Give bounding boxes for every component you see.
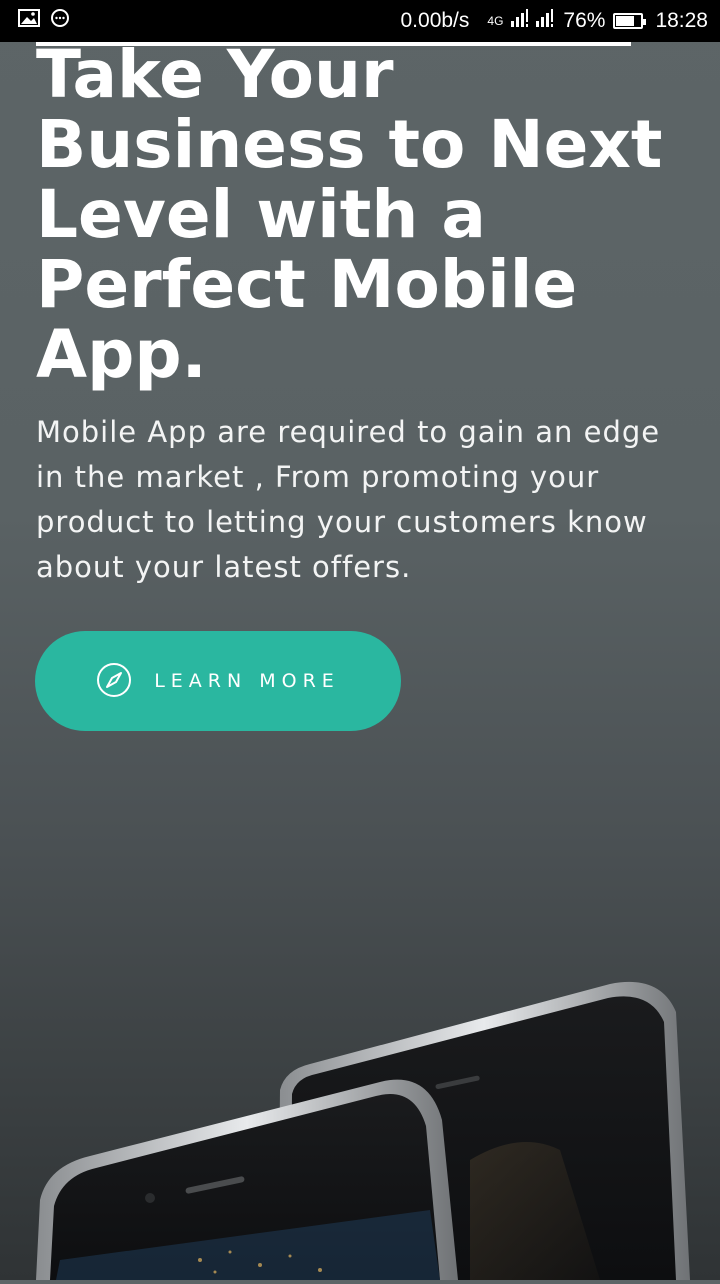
messenger-icon (50, 8, 70, 34)
title-line: Business to Next (36, 106, 663, 183)
network-type: 4G (487, 14, 504, 28)
title-line: Take Your (36, 36, 394, 113)
compass-icon (96, 662, 132, 701)
battery-percent: 76% (563, 9, 606, 32)
title-line: Level with a (36, 176, 486, 253)
battery-level (616, 16, 635, 26)
hero-title: Take Your Business to Next Level with a … (36, 40, 696, 390)
learn-more-label: LEARN MORE (154, 670, 340, 692)
clock: 18:28 (655, 9, 708, 32)
battery-icon (613, 13, 647, 29)
phones-illustration (0, 960, 720, 1280)
network-speed: 0.00b/s (400, 9, 470, 32)
hero-description: Mobile App are required to gain an edge … (36, 415, 661, 584)
learn-more-button[interactable]: LEARN MORE (35, 631, 401, 731)
title-line: Perfect Mobile (36, 246, 578, 323)
gallery-icon (18, 9, 40, 33)
hero-section: Take Your Business to Next Level with a … (36, 40, 696, 590)
signal-icon (511, 9, 555, 33)
title-line: App. (36, 316, 207, 393)
